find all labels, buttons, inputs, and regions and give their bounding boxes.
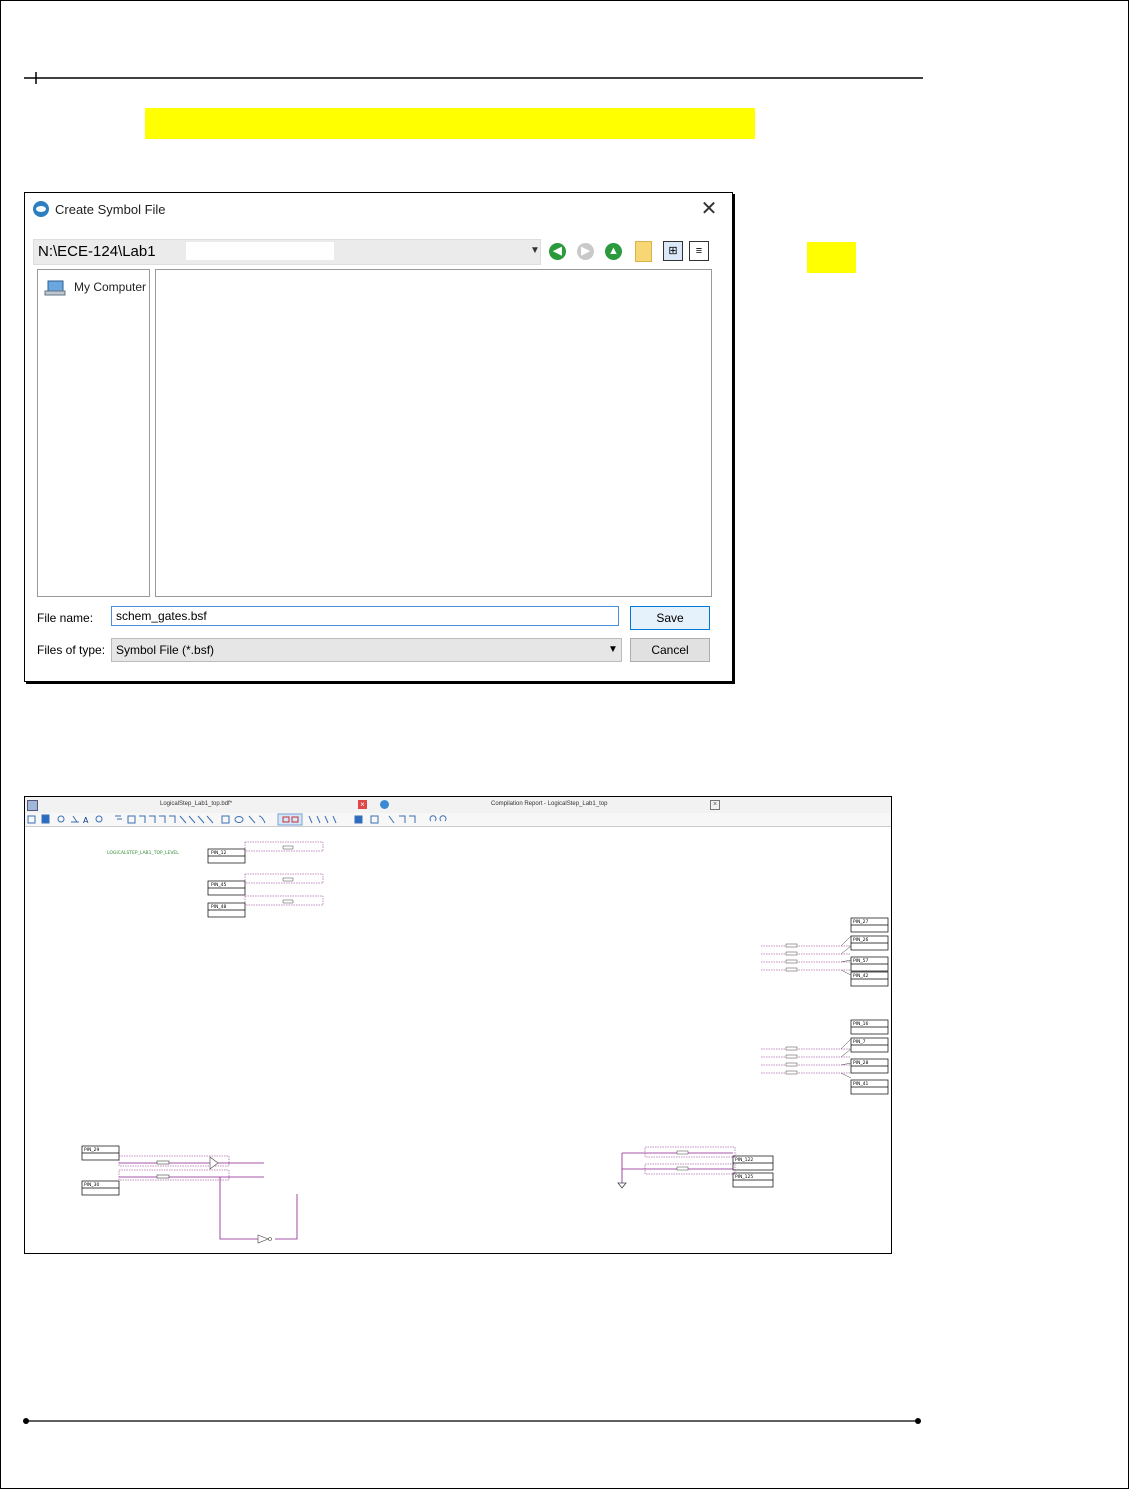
svg-text:A: A [83,816,89,825]
pin-label: PIN_27 [853,919,869,925]
back-icon[interactable]: ◀ [549,243,566,260]
bottom-right-buffers [676,1150,689,1171]
path-field-highlight [186,242,334,260]
right-wires [761,945,851,1074]
computer-icon [44,280,66,296]
schematic-canvas[interactable]: LOGICALSTEP_LAB1_TOP_LEVEL PIN_12 PIN_45… [25,827,891,1253]
schematic-editor-window: LogicalStep_Lab1_top.bdf* × Compilation … [24,796,892,1254]
path-text: N:\ECE-124\Lab1 [38,243,156,260]
highlighted-marker [807,242,856,273]
close-tab-icon[interactable]: × [710,800,720,810]
dialog-title-bar: Create Symbol File [33,201,166,217]
pin-label: PIN_7 [853,1039,866,1045]
pin-label: PIN_16 [853,1021,869,1027]
files-of-type-select[interactable]: Symbol File (*.bsf) ▼ [111,638,622,662]
chevron-down-icon: ▼ [530,245,540,256]
quartus-logo-icon [33,201,49,217]
pin-label: PIN_29 [84,1147,100,1153]
save-button[interactable]: Save [630,606,710,630]
pin-label: PIN_12 [211,850,227,856]
new-folder-icon[interactable] [635,241,652,262]
cancel-button[interactable]: Cancel [630,638,710,662]
dialog-title: Create Symbol File [55,201,166,217]
highlighted-text-bar [145,108,755,139]
list-view-icon[interactable]: ≡ [689,241,709,261]
tab-schematic[interactable]: LogicalStep_Lab1_top.bdf* [160,801,232,807]
pin-label: PIN_41 [853,1081,869,1087]
pin-label: PIN_45 [211,882,227,888]
files-of-type-value: Symbol File (*.bsf) [116,643,215,657]
right-buffers [785,935,852,1079]
pin-label: PIN_30 [84,1182,100,1188]
file-name-input[interactable] [111,606,619,626]
tab-compilation-report[interactable]: Compilation Report - LogicalStep_Lab1_to… [491,801,607,807]
forward-icon[interactable]: ▶ [577,243,594,260]
close-tab-icon[interactable]: × [358,800,367,809]
pin-label: PIN_26 [853,937,869,943]
pin-label: PIN_48 [211,904,227,910]
pin-label: PIN_42 [853,973,869,979]
places-item-my-computer[interactable]: My Computer [74,280,146,294]
document-icon [27,800,38,811]
sheet-title: LOGICALSTEP_LAB1_TOP_LEVEL [107,850,179,856]
report-icon [380,800,389,809]
file-name-label: File name: [37,611,94,625]
close-icon[interactable]: ✕ [697,197,721,221]
up-folder-icon[interactable]: ▲ [605,243,622,260]
path-dropdown[interactable]: N:\ECE-124\Lab1 ▼ [33,239,541,265]
files-of-type-label: Files of type: [37,643,106,657]
chevron-down-icon: ▼ [608,644,618,655]
places-pane: My Computer [37,269,150,597]
create-symbol-file-dialog: Create Symbol File ✕ N:\ECE-124\Lab1 ▼ ◀… [24,192,733,682]
pin-label: PIN_122 [735,1157,753,1163]
pin-label: PIN_57 [853,958,869,964]
top-left-wires [244,841,324,906]
bottom-right-wires [617,1146,736,1189]
grid-view-icon[interactable]: ⊞ [663,241,683,261]
schematic-toolbar[interactable]: A [25,813,891,827]
pin-label: PIN_125 [735,1174,753,1180]
pin-label: PIN_28 [853,1060,869,1066]
editor-tab-bar: LogicalStep_Lab1_top.bdf* × Compilation … [25,797,891,814]
bottom-left-wires [118,1155,298,1240]
file-list-pane[interactable] [155,269,712,597]
